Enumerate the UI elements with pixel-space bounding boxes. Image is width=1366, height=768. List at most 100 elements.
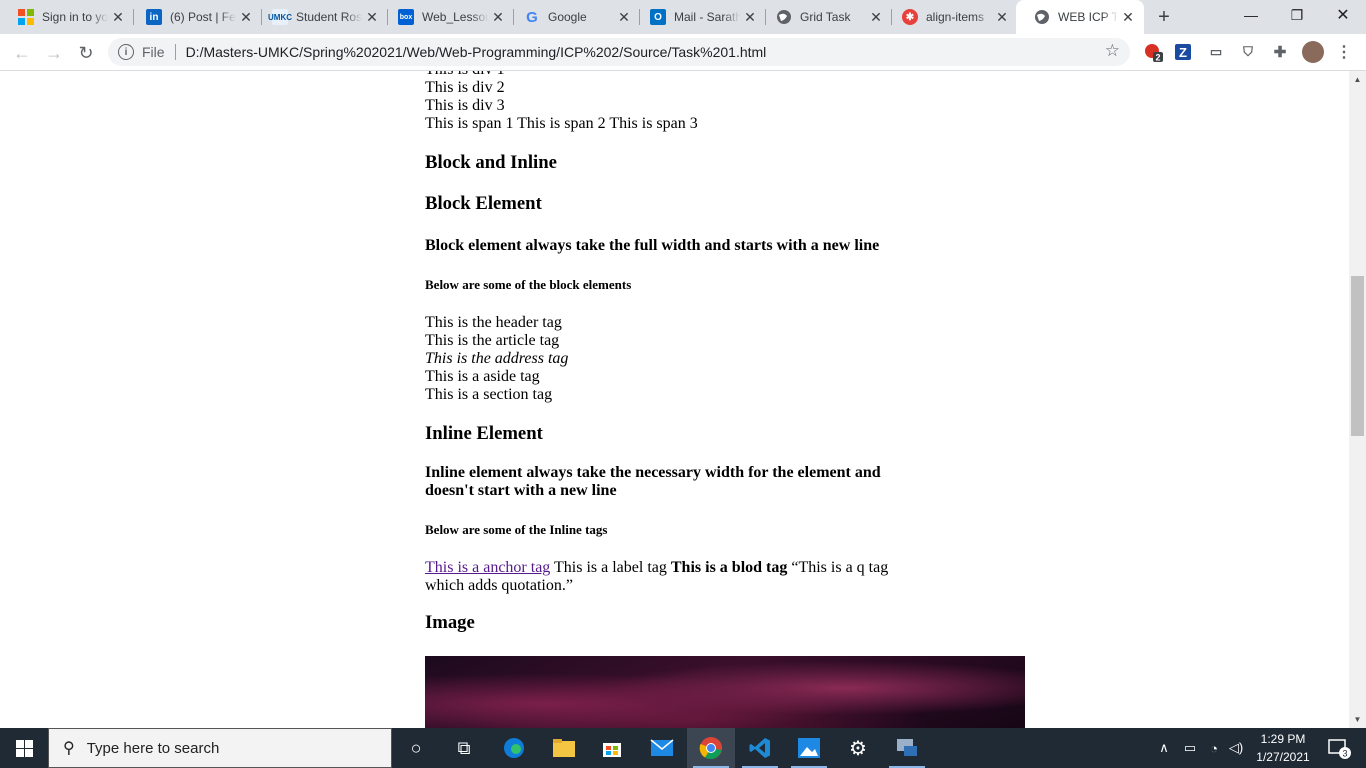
start-button[interactable] bbox=[0, 728, 48, 768]
clock-date: 1/27/2021 bbox=[1256, 750, 1310, 764]
image-heading: Image bbox=[425, 612, 475, 633]
system-clock[interactable]: 1:29 PM 1/27/2021 bbox=[1248, 730, 1318, 766]
page-viewport: This is div 1 This is div 2 This is div … bbox=[0, 71, 1349, 728]
store-icon[interactable] bbox=[588, 728, 636, 768]
div-3: This is div 3 bbox=[425, 97, 505, 114]
network-app-icon[interactable] bbox=[883, 728, 931, 768]
div-1: This is div 1 bbox=[425, 71, 905, 79]
extension-badge: 2 bbox=[1155, 53, 1160, 63]
profile-avatar[interactable] bbox=[1302, 41, 1324, 63]
tab-google[interactable]: G Google ✕ bbox=[506, 0, 640, 34]
tab-close-icon[interactable]: ✕ bbox=[866, 7, 886, 27]
zotero-icon[interactable]: Z bbox=[1175, 44, 1191, 60]
microsoft-icon bbox=[18, 9, 34, 25]
tab-close-icon[interactable]: ✕ bbox=[488, 7, 508, 27]
task-view-icon[interactable]: ⧉ bbox=[440, 728, 488, 768]
tab-title: WEB ICP Task bbox=[1058, 10, 1118, 24]
windows-taskbar: ⚲ Type here to search ○ ⧉ ⚙ ∧ ▭ ◔ ◁) 1:2… bbox=[0, 728, 1366, 768]
tab-close-icon[interactable]: ✕ bbox=[108, 7, 128, 27]
anchor-tag-link[interactable]: This is a anchor tag bbox=[425, 559, 550, 576]
menu-kebab-icon[interactable]: ⋮ bbox=[1334, 42, 1354, 62]
scheme-label: File bbox=[142, 44, 165, 60]
div-2: This is div 2 bbox=[425, 79, 505, 96]
linkedin-icon: in bbox=[146, 9, 162, 25]
address-tag-text: This is the address tag bbox=[425, 350, 569, 367]
tab-close-icon[interactable]: ✕ bbox=[614, 7, 634, 27]
page-content: This is div 1 This is div 2 This is div … bbox=[425, 71, 905, 634]
tab-title: Mail - Sarath bbox=[674, 10, 740, 24]
tab-title: Student Roster bbox=[296, 10, 362, 24]
scroll-up-arrow-icon[interactable]: ▲ bbox=[1349, 71, 1366, 88]
block-list-heading: Below are some of the block elements bbox=[425, 277, 632, 292]
photos-icon[interactable] bbox=[785, 728, 833, 768]
tab-close-icon[interactable]: ✕ bbox=[740, 7, 760, 27]
puzzle-extensions-icon[interactable]: ✚ bbox=[1270, 42, 1290, 62]
battery-icon[interactable]: ▭ bbox=[1180, 728, 1200, 768]
tab-close-icon[interactable]: ✕ bbox=[992, 7, 1012, 27]
article-tag-text: This is the article tag bbox=[425, 332, 560, 349]
tab-grid-task[interactable]: Grid Task ✕ bbox=[758, 0, 892, 34]
tab-web-icp-task[interactable]: WEB ICP Task ✕ bbox=[1016, 0, 1144, 34]
block-description: Block element always take the full width… bbox=[425, 237, 880, 254]
globe-icon bbox=[1034, 9, 1050, 25]
notification-count: 3 bbox=[1342, 749, 1347, 759]
shield-extension-icon[interactable]: ⛉ bbox=[1238, 42, 1258, 62]
tab-sign-in[interactable]: Sign in to your account ✕ bbox=[0, 0, 134, 34]
bold-tag-text: This is a blod tag bbox=[670, 559, 788, 576]
tab-title: align-items bbox=[926, 10, 985, 24]
restore-button[interactable]: ❐ bbox=[1274, 0, 1320, 30]
address-separator bbox=[174, 44, 176, 60]
minimize-button[interactable]: — bbox=[1228, 0, 1274, 30]
mail-icon[interactable] bbox=[638, 728, 686, 768]
tab-title: Web_Lessons bbox=[422, 10, 488, 24]
new-tab-button[interactable]: + bbox=[1152, 5, 1176, 29]
chrome-icon[interactable] bbox=[687, 728, 735, 768]
block-inline-heading: Block and Inline bbox=[425, 152, 557, 173]
info-icon[interactable]: i bbox=[118, 44, 134, 60]
inline-list-heading: Below are some of the Inline tags bbox=[425, 522, 608, 537]
section-tag-text: This is a section tag bbox=[425, 386, 553, 403]
search-placeholder: Type here to search bbox=[86, 739, 220, 757]
vertical-scrollbar[interactable]: ▲ ▼ bbox=[1349, 71, 1366, 728]
close-window-button[interactable]: ✕ bbox=[1320, 0, 1366, 30]
cast-icon[interactable]: ▭ bbox=[1206, 42, 1226, 62]
notifications-icon[interactable]: 3 bbox=[1322, 728, 1356, 768]
cortana-icon[interactable]: ○ bbox=[392, 728, 440, 768]
outlook-icon: O bbox=[650, 9, 666, 25]
inline-element-heading: Inline Element bbox=[425, 423, 543, 444]
tab-close-icon[interactable]: ✕ bbox=[362, 7, 382, 27]
url-text[interactable]: D:/Masters-UMKC/Spring%202021/Web/Web-Pr… bbox=[186, 44, 767, 60]
show-hidden-icons-icon[interactable]: ∧ bbox=[1156, 728, 1172, 768]
label-tag-text: This is a label tag bbox=[554, 559, 667, 576]
tab-student-roster[interactable]: UMKC Student Roster ✕ bbox=[254, 0, 388, 34]
block-element-heading: Block Element bbox=[425, 193, 542, 214]
scroll-down-arrow-icon[interactable]: ▼ bbox=[1349, 711, 1366, 728]
settings-icon[interactable]: ⚙ bbox=[834, 728, 882, 768]
red-extension-icon[interactable]: 2 bbox=[1143, 42, 1163, 62]
taskbar-search[interactable]: ⚲ Type here to search bbox=[48, 728, 392, 768]
clock-time: 1:29 PM bbox=[1260, 732, 1306, 746]
tab-linkedin[interactable]: in (6) Post | Feed ✕ bbox=[128, 0, 262, 34]
tab-align-items[interactable]: ✱ align-items ✕ bbox=[884, 0, 1018, 34]
inline-description: Inline element always take the necessary… bbox=[425, 464, 881, 499]
bookmark-star-icon[interactable]: ☆ bbox=[1105, 41, 1120, 61]
address-bar[interactable]: i File D:/Masters-UMKC/Spring%202021/Web… bbox=[108, 38, 1130, 66]
tab-close-icon[interactable]: ✕ bbox=[236, 7, 256, 27]
tab-close-icon[interactable]: ✕ bbox=[1118, 7, 1138, 27]
windows-logo-icon bbox=[15, 739, 33, 757]
codepen-icon: ✱ bbox=[902, 9, 918, 25]
scrollbar-thumb[interactable] bbox=[1351, 276, 1364, 436]
tab-web-lessons[interactable]: box Web_Lessons ✕ bbox=[380, 0, 514, 34]
edge-icon[interactable] bbox=[490, 728, 538, 768]
reload-button[interactable]: ↻ bbox=[72, 39, 100, 67]
tab-mail[interactable]: O Mail - Sarath ✕ bbox=[632, 0, 766, 34]
globe-icon bbox=[776, 9, 792, 25]
back-button[interactable]: ← bbox=[8, 39, 36, 67]
forward-button[interactable]: → bbox=[40, 39, 68, 67]
vscode-icon[interactable] bbox=[736, 728, 784, 768]
file-explorer-icon[interactable] bbox=[540, 728, 588, 768]
wifi-icon[interactable]: ◔ bbox=[1204, 728, 1224, 768]
spans-line: This is span 1 This is span 2 This is sp… bbox=[425, 115, 698, 132]
volume-icon[interactable]: ◁) bbox=[1226, 728, 1246, 768]
tab-title: Grid Task bbox=[800, 10, 851, 24]
